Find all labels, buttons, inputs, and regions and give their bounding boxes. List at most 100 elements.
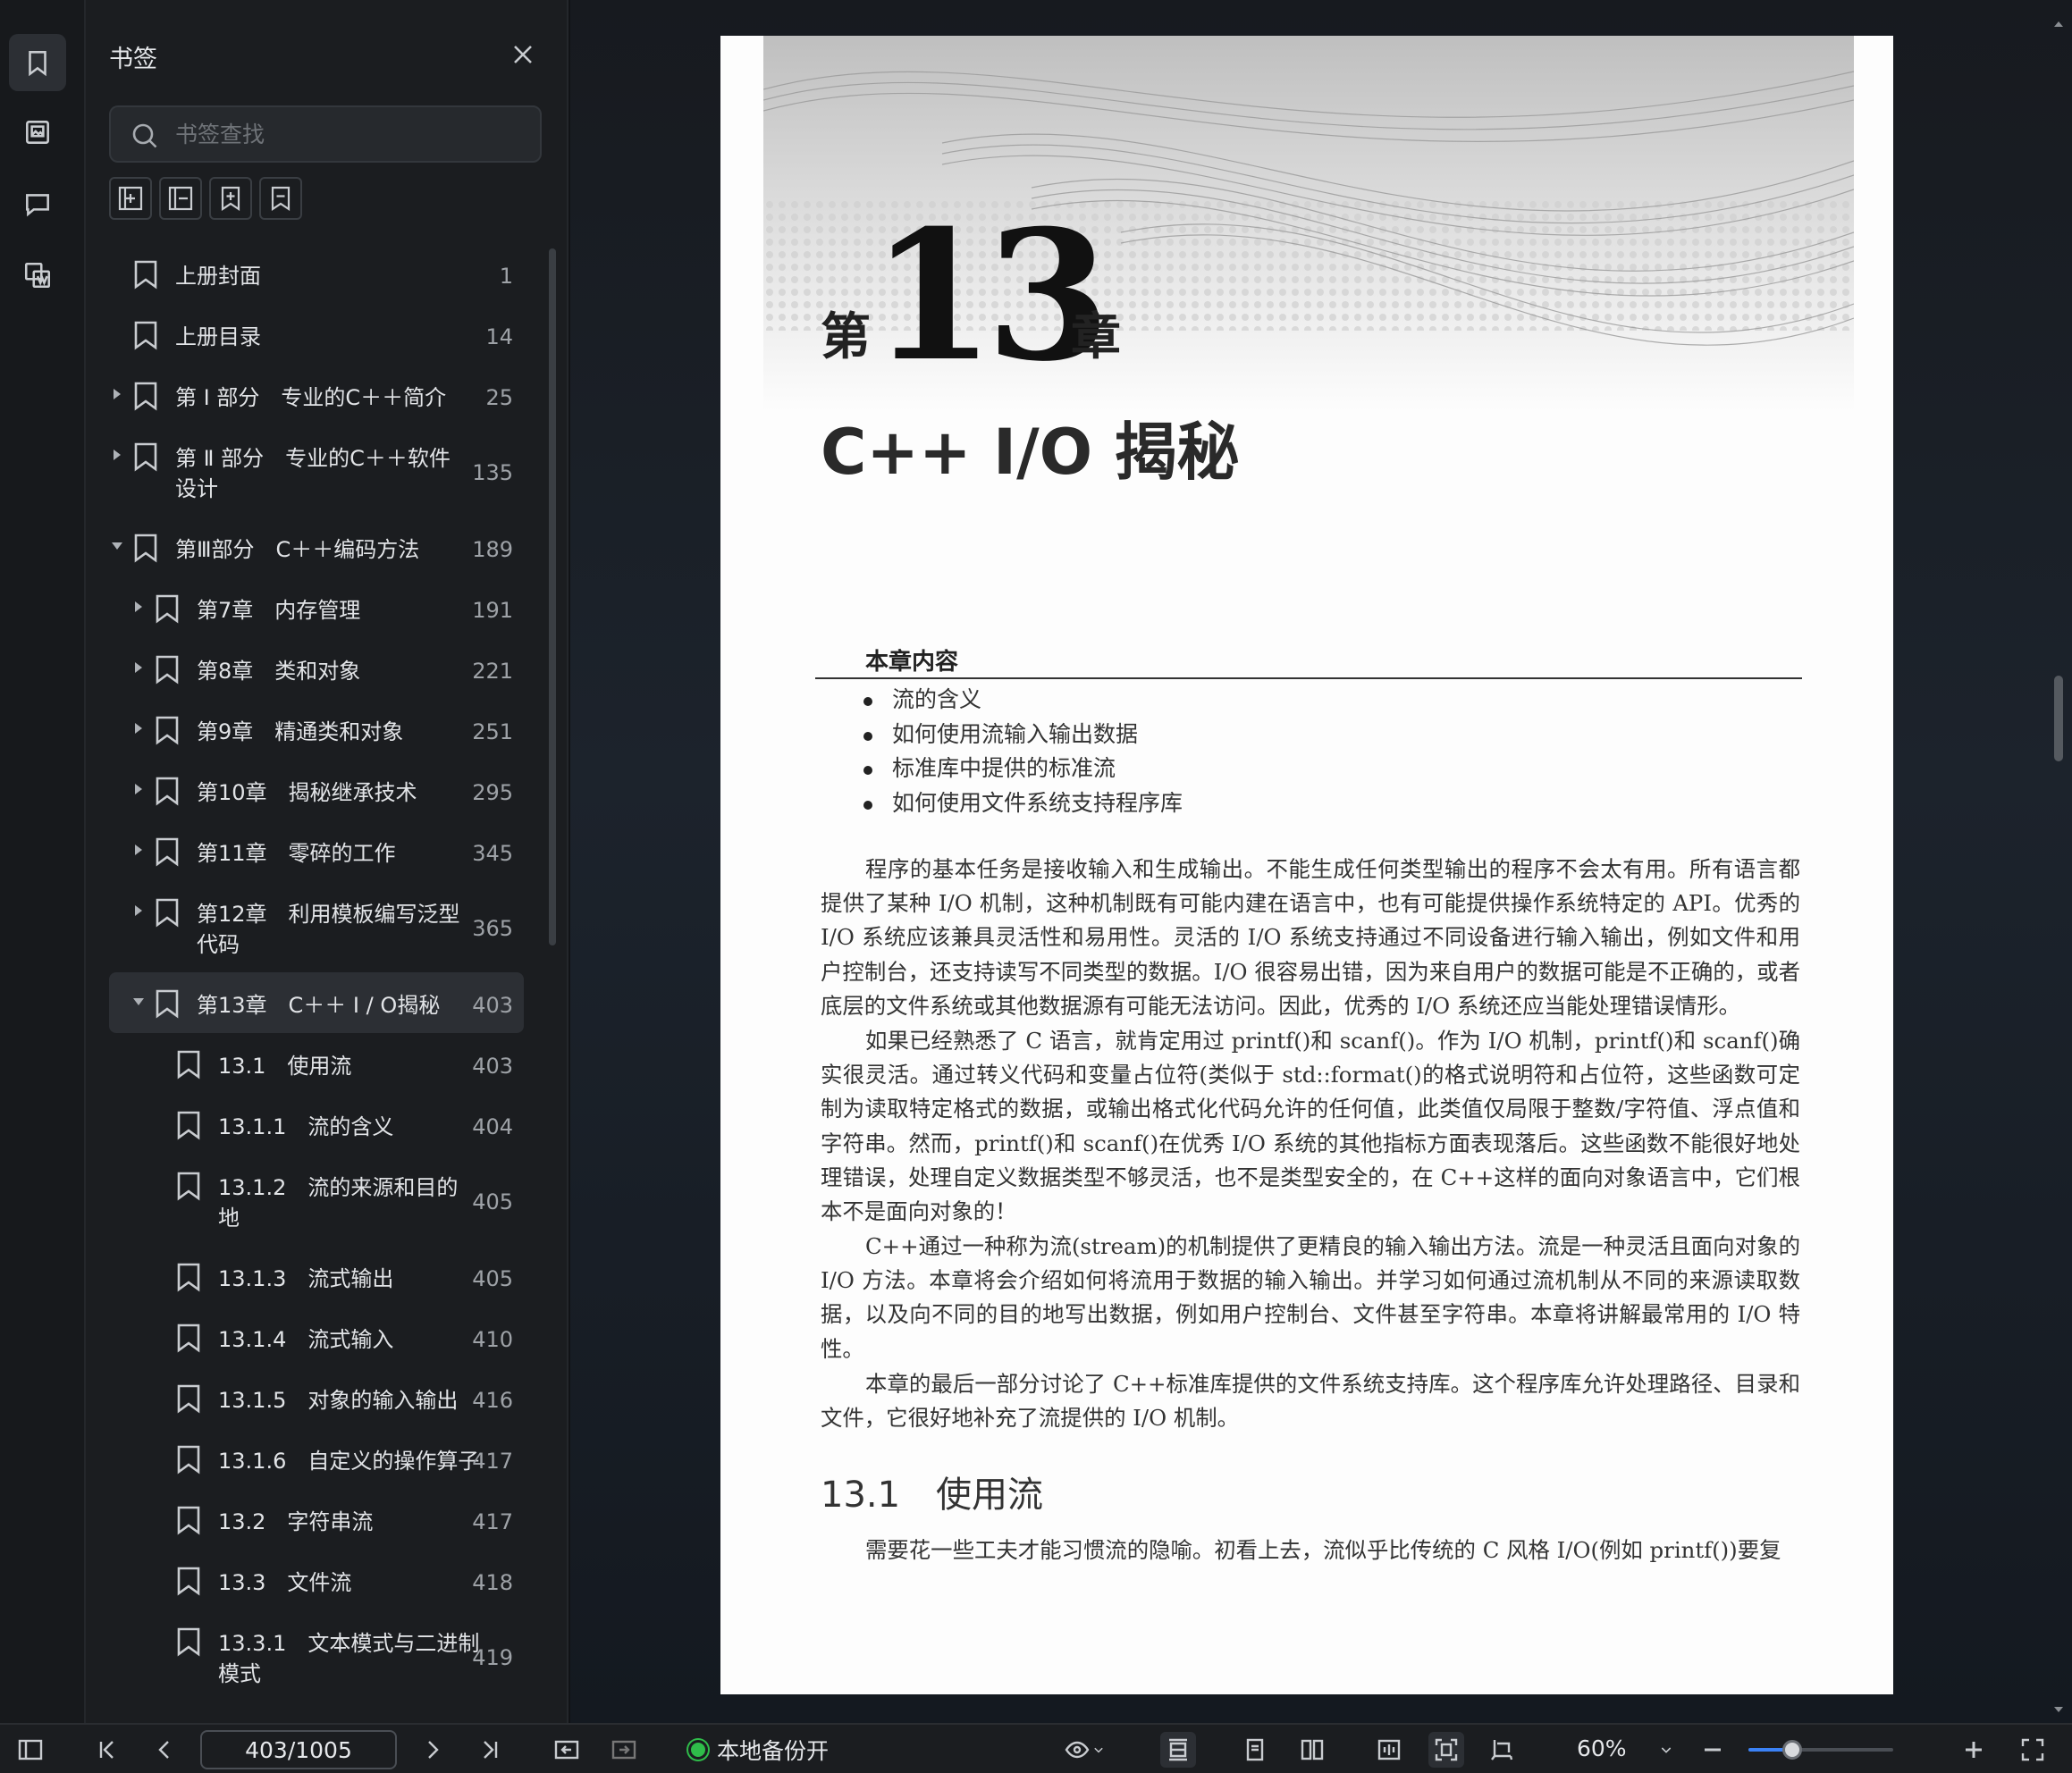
bookmark-label: 上册目录	[175, 322, 261, 352]
bookmark-item[interactable]: 13.3 文件流 418	[109, 1550, 524, 1610]
zoom-out-button[interactable]	[1697, 1734, 1729, 1766]
bookmark-icon	[132, 441, 159, 472]
bookmark-icon	[154, 836, 181, 867]
document-viewport[interactable]: 第 13 章 C++ I/O 揭秘 本章内容 流的含义 如何使用流输入输出数据 …	[570, 0, 2072, 1723]
bookmark-item[interactable]: 13.3.1 文本模式与二进制 模式 419	[109, 1610, 524, 1702]
bookmark-item[interactable]: 第Ⅲ部分 C＋＋编码方法 189	[109, 517, 524, 577]
bookmark-page-number: 365	[472, 916, 513, 941]
chapter-prefix: 第	[821, 307, 871, 366]
go-forward-button[interactable]	[608, 1734, 640, 1766]
bookmark-page-number: 403	[472, 1054, 513, 1079]
bookmark-item[interactable]: 13.1.1 流的含义 404	[109, 1094, 524, 1155]
bookmarks-tab[interactable]	[9, 34, 66, 91]
comments-tab[interactable]	[9, 175, 66, 232]
two-page-button[interactable]	[1296, 1734, 1328, 1766]
caret-right-icon[interactable]	[131, 599, 147, 615]
rotate-button[interactable]	[1486, 1734, 1518, 1766]
fit-page-button[interactable]	[1428, 1732, 1464, 1768]
chevron-down-icon	[1094, 1747, 1103, 1753]
bookmark-page-number: 345	[472, 841, 513, 866]
bookmark-page-number: 251	[472, 719, 513, 744]
fit-width-button[interactable]	[1160, 1732, 1196, 1768]
attachments-tab[interactable]	[9, 247, 66, 304]
bookmark-label-line: 设计	[175, 476, 218, 501]
bookmark-label-line: 第8章 类和对象	[197, 659, 361, 684]
first-page-button[interactable]	[91, 1734, 123, 1766]
bookmark-item[interactable]: 第7章 内存管理 191	[109, 577, 524, 638]
single-page-button[interactable]	[1239, 1734, 1271, 1766]
caret-down-icon[interactable]	[131, 994, 147, 1010]
bookmark-toolbar	[109, 177, 302, 220]
bookmark-label: 13.1.4 流式输入	[218, 1324, 393, 1355]
bookmark-label-line: 第11章 零碎的工作	[197, 841, 396, 866]
eye-mode-button[interactable]	[1060, 1734, 1110, 1766]
bookmark-item[interactable]: 13.1.6 自定义的操作算子 417	[109, 1428, 524, 1489]
zoom-slider-thumb[interactable]	[1781, 1740, 1802, 1760]
caret-right-icon[interactable]	[131, 720, 147, 736]
bookmark-item[interactable]: 第13章 C＋＋ I / O揭秘 403	[109, 972, 524, 1033]
go-back-button[interactable]	[551, 1734, 583, 1766]
thumbnails-tab[interactable]	[9, 104, 66, 161]
bookmark-item[interactable]: 第 Ⅰ 部分 专业的C＋＋简介 25	[109, 365, 524, 425]
bookmark-icon	[154, 776, 181, 806]
bookmark-label-line: 模式	[218, 1661, 261, 1686]
next-page-button[interactable]	[417, 1734, 449, 1766]
caret-down-icon[interactable]	[109, 538, 125, 554]
previous-page-button[interactable]	[148, 1734, 181, 1766]
body-paragraph: C++通过一种称为流(stream)的机制提供了更精良的输入输出方法。流是一种灵…	[821, 1233, 1800, 1362]
bookmark-label-line: 第7章 内存管理	[197, 598, 361, 623]
bookmark-item[interactable]: 第8章 类和对象 221	[109, 638, 524, 699]
status-bar: 本地备份开 60%	[0, 1723, 2072, 1773]
bookmark-icon	[175, 1110, 202, 1140]
panel-scrollbar[interactable]	[549, 248, 556, 945]
bookmark-item[interactable]: 第10章 揭秘继承技术 295	[109, 760, 524, 820]
caret-right-icon[interactable]	[109, 447, 125, 463]
last-page-button[interactable]	[474, 1734, 506, 1766]
page-number-input[interactable]	[200, 1730, 397, 1769]
bookmark-label-line: 13.1.1 流的含义	[218, 1114, 394, 1139]
chapter-number: 13	[871, 191, 1110, 401]
bookmark-item[interactable]: 13.1.3 流式输出 405	[109, 1246, 524, 1307]
bookmark-item[interactable]: 上册封面 1	[109, 243, 524, 304]
fullscreen-button[interactable]	[2017, 1734, 2049, 1766]
bookmark-current-icon	[221, 186, 240, 212]
bookmark-icon	[175, 1383, 202, 1414]
zoom-slider[interactable]	[1748, 1740, 1893, 1760]
bookmark-label: 第12章 利用模板编写泛型 代码	[197, 899, 460, 960]
zoom-in-button[interactable]	[1958, 1734, 1990, 1766]
document-scrollbar[interactable]	[2054, 676, 2063, 761]
caret-right-icon[interactable]	[131, 660, 147, 676]
scroll-up-arrow-icon[interactable]	[2052, 18, 2065, 30]
add-bookmark-button[interactable]	[109, 177, 152, 220]
bookmark-item[interactable]: 13.1.4 流式输入 410	[109, 1307, 524, 1367]
scroll-down-arrow-icon[interactable]	[2052, 1703, 2065, 1716]
forward-icon	[611, 1740, 636, 1760]
bookmark-item[interactable]: 第9章 精通类和对象 251	[109, 699, 524, 760]
bookmark-item[interactable]: 13.2 字符串流 417	[109, 1489, 524, 1550]
zoom-level[interactable]: 60%	[1577, 1735, 1627, 1761]
toggle-sidebar-button[interactable]	[14, 1734, 46, 1766]
bookmark-item[interactable]: 13.1 使用流 403	[109, 1033, 524, 1094]
zoom-dropdown-button[interactable]	[1650, 1734, 1682, 1766]
bookmark-label: 第13章 C＋＋ I / O揭秘	[197, 990, 440, 1021]
bookmark-item[interactable]: 第11章 零碎的工作 345	[109, 820, 524, 881]
bookmark-item[interactable]: 13.1.2 流的来源和目的地 405	[109, 1155, 524, 1246]
bookmark-item[interactable]: 第12章 利用模板编写泛型 代码 365	[109, 881, 524, 972]
bookmark-current-button[interactable]	[209, 177, 252, 220]
bookmark-label: 第10章 揭秘继承技术	[197, 777, 417, 808]
bookmark-page-number: 417	[472, 1509, 513, 1534]
caret-right-icon[interactable]	[131, 781, 147, 797]
caret-right-icon[interactable]	[109, 386, 125, 402]
caret-right-icon[interactable]	[131, 903, 147, 919]
remove-bookmark-button[interactable]	[259, 177, 302, 220]
bookmark-item[interactable]: 13.1.5 对象的输入输出 416	[109, 1367, 524, 1428]
bookmark-search-input[interactable]	[175, 107, 533, 161]
local-backup-toggle[interactable]: 本地备份开	[688, 1734, 829, 1766]
caret-right-icon[interactable]	[131, 842, 147, 858]
close-panel-button[interactable]	[508, 39, 538, 70]
bookmark-item[interactable]: 第 Ⅱ 部分 专业的C＋＋软件 设计 135	[109, 425, 524, 517]
body-paragraph: 如果已经熟悉了 C 语言，就肯定用过 printf()和 scanf()。作为 …	[821, 1028, 1800, 1225]
book-mode-button[interactable]	[1373, 1734, 1405, 1766]
add-child-bookmark-button[interactable]	[159, 177, 202, 220]
bookmark-item[interactable]: 上册目录 14	[109, 304, 524, 365]
